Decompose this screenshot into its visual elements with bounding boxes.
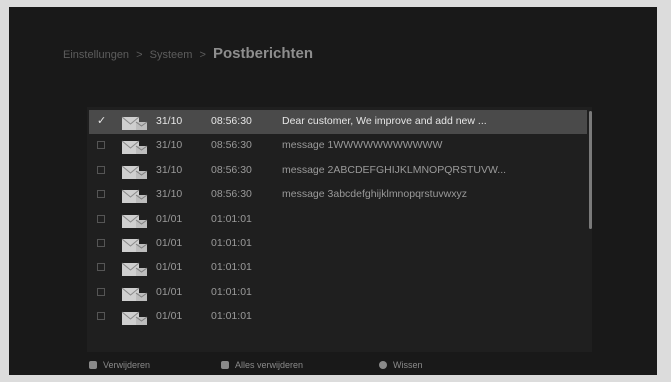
- message-time: 08:56:30: [211, 163, 252, 176]
- message-row[interactable]: 01/01 01:01:01: [89, 305, 587, 329]
- breadcrumb-item-settings[interactable]: Einstellungen: [63, 49, 129, 61]
- message-time: 01:01:01: [211, 285, 252, 298]
- mail-envelope-icon: [121, 141, 148, 155]
- mail-envelope-icon: [121, 189, 148, 204]
- mail-envelope-icon: [121, 116, 148, 130]
- message-date: 01/01: [156, 212, 183, 225]
- green-key-icon: [221, 361, 229, 369]
- message-date: 31/10: [156, 163, 183, 176]
- message-time: 01:01:01: [211, 261, 252, 274]
- message-checkbox[interactable]: [97, 263, 105, 272]
- breadcrumb-separator: >: [136, 49, 143, 61]
- message-date: 31/10: [156, 115, 183, 127]
- mail-envelope-icon: [121, 287, 148, 301]
- message-time: 01:01:01: [211, 310, 252, 323]
- message-text: message 2ABCDEFGHIJKLMNOPQRSTUVW...: [282, 163, 507, 176]
- breadcrumb-item-system[interactable]: Systeem: [150, 49, 193, 61]
- message-time: 08:56:30: [211, 188, 252, 201]
- mail-envelope-icon: [121, 263, 148, 277]
- message-date: 31/10: [156, 139, 183, 152]
- message-checkbox[interactable]: [97, 141, 105, 150]
- message-date: 01/01: [156, 285, 183, 298]
- breadcrumb-separator: >: [199, 49, 206, 61]
- message-time: 01:01:01: [211, 237, 252, 249]
- mail-envelope-icon: [121, 165, 148, 179]
- message-screen: Einstellungen > Systeem > Postberichten …: [9, 7, 657, 375]
- delete-all-label: Alles verwijderen: [235, 360, 304, 370]
- mail-envelope-icon: [121, 238, 148, 252]
- message-checkbox[interactable]: [97, 214, 105, 223]
- breadcrumb: Einstellungen > Systeem > Postberichten: [63, 45, 313, 62]
- message-checkbox[interactable]: [97, 239, 105, 247]
- message-time: 01:01:01: [211, 212, 252, 225]
- message-text: Dear customer, We improve and add new ..…: [282, 115, 487, 127]
- mail-envelope-icon: [121, 214, 148, 228]
- message-checkbox[interactable]: [97, 287, 105, 296]
- message-checkbox[interactable]: [97, 312, 105, 321]
- message-text: message 1WWWWWWWWWWW: [282, 139, 443, 152]
- red-key-icon: [89, 361, 97, 369]
- message-text: message 3abcdefghijklmnopqrstuvwxyz: [282, 188, 468, 201]
- exit-key-icon: [379, 361, 387, 369]
- message-time: 08:56:30: [211, 115, 252, 127]
- message-row[interactable]: 31/10 08:56:30 message 2ABCDEFGHIJKLMNOPQR…: [89, 159, 587, 183]
- delete-label: Verwijderen: [103, 360, 151, 370]
- delete-all-button[interactable]: Alles verwijderen: [221, 360, 303, 370]
- message-list: ✓ 31/10 08:56:30 Dear customer, We improve …: [87, 107, 592, 352]
- scrollbar[interactable]: [589, 111, 592, 229]
- delete-button[interactable]: Verwijderen: [89, 360, 150, 370]
- message-date: 01/01: [156, 261, 183, 274]
- message-row[interactable]: 01/01 01:01:01: [89, 208, 587, 232]
- mail-envelope-icon: [121, 311, 148, 326]
- footer-bar: Verwijderen Alles verwijderen Wissen: [9, 356, 657, 374]
- message-checkbox[interactable]: [97, 190, 105, 199]
- exit-label: Wissen: [393, 360, 423, 370]
- message-row[interactable]: 31/10 08:56:30 message 3abcdefghijklmnopqr…: [89, 183, 587, 207]
- message-date: 01/01: [156, 310, 183, 323]
- message-date: 01/01: [156, 237, 183, 249]
- message-row[interactable]: 01/01 01:01:01: [89, 256, 587, 280]
- message-time: 08:56:30: [211, 139, 252, 152]
- page-title: Postberichten: [212, 45, 314, 62]
- message-checkbox[interactable]: ✓: [97, 116, 106, 127]
- message-row[interactable]: 01/01 01:01:01: [89, 232, 587, 256]
- message-row[interactable]: 01/01 01:01:01: [89, 281, 587, 305]
- exit-button[interactable]: Wissen: [379, 360, 423, 370]
- message-row[interactable]: ✓ 31/10 08:56:30 Dear customer, We improve …: [89, 110, 587, 134]
- message-date: 31/10: [156, 188, 183, 201]
- message-row[interactable]: 31/10 08:56:30 message 1WWWWWWWWWWW: [89, 134, 587, 158]
- message-checkbox[interactable]: [97, 165, 105, 174]
